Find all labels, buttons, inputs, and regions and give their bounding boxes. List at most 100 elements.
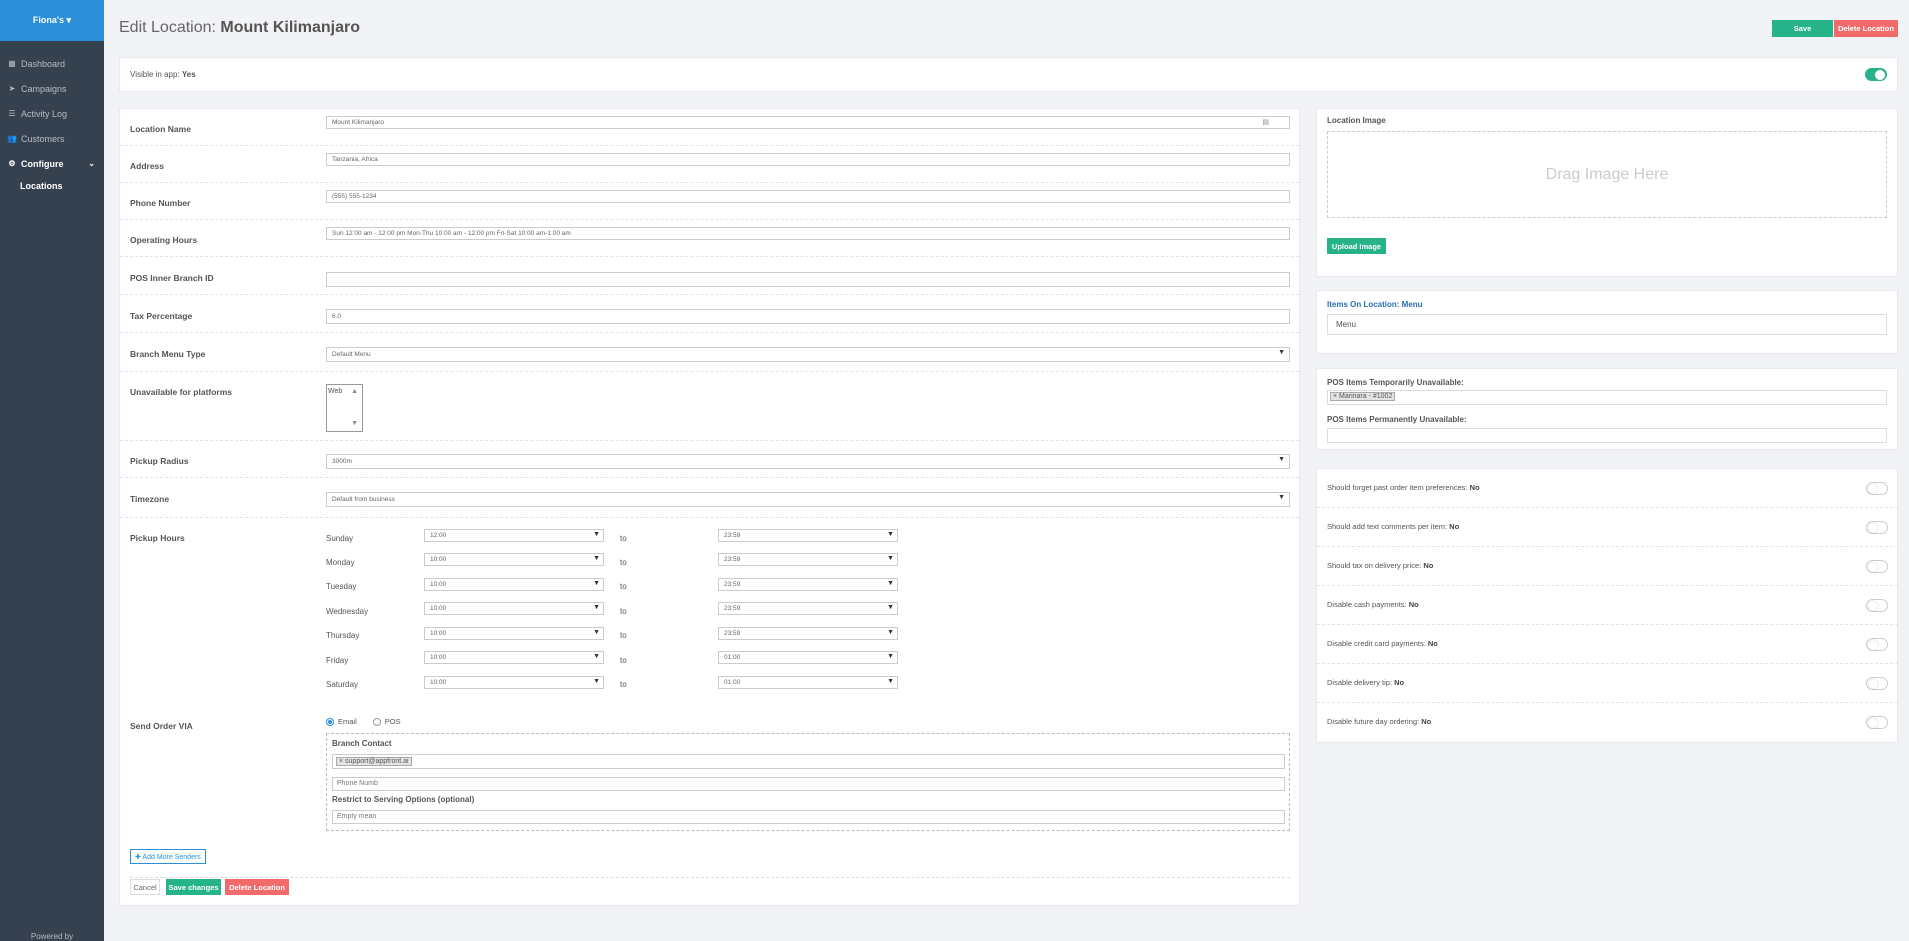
caret-down-icon: ▼ [593, 678, 600, 685]
brand-menu[interactable]: Fiona's ▾ [0, 0, 104, 41]
operating-hours-input[interactable]: Sun 12:00 am - 12:00 pm Mon-Thu 10:00 am… [326, 227, 1290, 240]
form-row-menu-type: Branch Menu Type Default Menu ▼ [120, 333, 1299, 372]
disable-future-ordering-toggle[interactable] [1866, 716, 1888, 729]
save-button[interactable]: Save [1772, 20, 1833, 37]
sidebar-item-dashboard[interactable]: ▦ Dashboard [0, 51, 104, 76]
send-order-label: Send Order VIA [130, 721, 193, 731]
friday-from-select[interactable]: 10:00 ▼ [424, 651, 604, 664]
contact-tag[interactable]: × support@appfront.ai [336, 757, 412, 766]
sunday-to-select[interactable]: 23:59 ▼ [718, 529, 898, 542]
branch-contact-input[interactable]: × support@appfront.ai [332, 754, 1285, 769]
caret-down-icon: ▼ [887, 678, 894, 685]
monday-from-select[interactable]: 10:00 ▼ [424, 553, 604, 566]
form-row-phone: Phone Number (555) 555-1234 [120, 183, 1299, 220]
text-comments-toggle[interactable] [1866, 521, 1888, 534]
location-name-input[interactable]: Mount Kilimanjaro ▤ [326, 116, 1290, 129]
scroll-down-icon[interactable]: ▼ [351, 420, 358, 427]
users-icon: 👥 [7, 134, 17, 143]
location-form: Location Name Mount Kilimanjaro ▤ Addres… [119, 108, 1300, 906]
caret-down-icon: ▼ [1278, 494, 1285, 501]
caret-down-icon: ▼ [1278, 349, 1285, 356]
tax-delivery-toggle[interactable] [1866, 560, 1888, 573]
tuesday-from-select[interactable]: 10:00 ▼ [424, 578, 604, 591]
calendar-icon: ▤ [1262, 119, 1269, 126]
sidebar-item-configure[interactable]: ⚙ Configure ⌄ [0, 151, 104, 176]
phone-number-input[interactable]: (555) 555-1234 [326, 190, 1290, 203]
form-row-timezone: Timezone Default from business ▼ [120, 478, 1299, 518]
monday-to-select[interactable]: 23:59 ▼ [718, 553, 898, 566]
disable-credit-card-toggle[interactable] [1866, 638, 1888, 651]
wednesday-from-select[interactable]: 10:00 ▼ [424, 602, 604, 615]
platforms-listbox[interactable]: Web ▲ ▼ [326, 384, 363, 432]
caret-down-icon: ▼ [887, 555, 894, 562]
tax-percentage-input[interactable]: 6.0 [326, 309, 1290, 324]
setting-row: Disable credit card payments: No [1317, 625, 1898, 664]
pos-temp-label: POS Items Temporarily Unavailable: [1327, 378, 1464, 387]
caret-down-icon: ▼ [593, 555, 600, 562]
pos-radio[interactable] [372, 717, 381, 726]
restrict-input[interactable]: Empty mean [332, 810, 1285, 824]
menu-select[interactable]: Menu [1327, 314, 1887, 335]
address-input[interactable]: Tanzania, Africa [326, 153, 1290, 166]
pos-perm-input[interactable] [1327, 428, 1887, 443]
dashboard-icon: ▦ [8, 59, 16, 68]
sidebar-item-activity-log[interactable]: ☰ Activity Log [0, 101, 104, 126]
phone-number-sender-input[interactable]: Phone Numb [332, 777, 1285, 791]
platform-option-web[interactable]: Web [328, 388, 342, 395]
powered-by: Powered by [30, 932, 74, 941]
friday-to-select[interactable]: 01:00 ▼ [718, 651, 898, 664]
sidebar-item-label: Customers [21, 133, 65, 144]
caret-down-icon: ▼ [887, 653, 894, 660]
pos-branch-input[interactable] [326, 272, 1290, 287]
tuesday-to-select[interactable]: 23:59 ▼ [718, 578, 898, 591]
address-label: Address [130, 161, 165, 171]
thursday-from-select[interactable]: 10:00 ▼ [424, 627, 604, 640]
add-more-senders-button[interactable]: ✚ Add More Senders [130, 849, 206, 864]
cancel-button[interactable]: Cancel [130, 879, 160, 895]
caret-down-icon: ▼ [1278, 456, 1285, 463]
pos-items-panel: POS Items Temporarily Unavailable: × Mar… [1316, 368, 1898, 450]
tax-percentage-label: Tax Percentage [130, 311, 193, 321]
upload-image-button[interactable]: Upload Image [1327, 238, 1386, 254]
menu-type-select[interactable]: Default Menu ▼ [326, 347, 1290, 362]
image-dropzone[interactable]: Drag Image Here [1327, 131, 1887, 218]
setting-row: Should add text comments per item: No [1317, 508, 1898, 547]
pickup-radius-select[interactable]: 3000m ▼ [326, 454, 1290, 469]
sunday-from-select[interactable]: 12:00 ▼ [424, 529, 604, 542]
delete-location-bottom-button[interactable]: Delete Location [225, 879, 289, 895]
form-divider [130, 877, 1290, 878]
setting-row: Should forget past order item preference… [1317, 469, 1898, 508]
email-radio[interactable] [326, 717, 334, 726]
settings-panel: Should forget past order item preference… [1316, 468, 1898, 743]
saturday-to-select[interactable]: 01:00 ▼ [718, 676, 898, 689]
pickup-hours-label: Pickup Hours [130, 533, 185, 543]
scroll-up-icon[interactable]: ▲ [351, 388, 358, 395]
sidebar-item-label: Configure [21, 158, 64, 169]
saturday-from-select[interactable]: 10:00 ▼ [424, 676, 604, 689]
visible-in-app-value: Yes [181, 70, 196, 79]
timezone-select[interactable]: Default from business ▼ [326, 492, 1290, 507]
send-icon: ➤ [8, 84, 16, 93]
disable-tip-toggle[interactable] [1866, 677, 1888, 690]
form-row-location-name: Location Name Mount Kilimanjaro ▤ [120, 109, 1299, 146]
caret-down-icon: ▼ [887, 531, 894, 538]
visible-in-app-toggle[interactable] [1865, 68, 1887, 81]
wednesday-to-select[interactable]: 23:59 ▼ [718, 602, 898, 615]
disable-cash-toggle[interactable] [1866, 599, 1888, 612]
sidebar-item-campaigns[interactable]: ➤ Campaigns [0, 76, 104, 101]
sidebar-item-locations[interactable]: Locations [0, 176, 104, 196]
location-image-panel: Location Image Drag Image Here Upload Im… [1316, 108, 1898, 277]
sidebar-item-customers[interactable]: 👥 Customers [0, 126, 104, 151]
visible-in-app-label: Visible in app: Yes [130, 70, 196, 79]
caret-down-icon: ▼ [887, 580, 894, 587]
caret-down-icon: ▼ [593, 580, 600, 587]
delete-location-button[interactable]: Delete Location [1834, 20, 1898, 37]
gear-icon: ⚙ [8, 159, 16, 168]
pos-perm-label: POS Items Permanently Unavailable: [1327, 415, 1467, 424]
form-row-operating-hours: Operating Hours Sun 12:00 am - 12:00 pm … [120, 220, 1299, 257]
pos-temp-input[interactable]: × Marinara - #1002 [1327, 390, 1887, 405]
forget-preferences-toggle[interactable] [1866, 482, 1888, 495]
thursday-to-select[interactable]: 23:59 ▼ [718, 627, 898, 640]
pos-item-tag[interactable]: × Marinara - #1002 [1330, 392, 1396, 401]
save-changes-button[interactable]: Save changes [166, 879, 221, 895]
